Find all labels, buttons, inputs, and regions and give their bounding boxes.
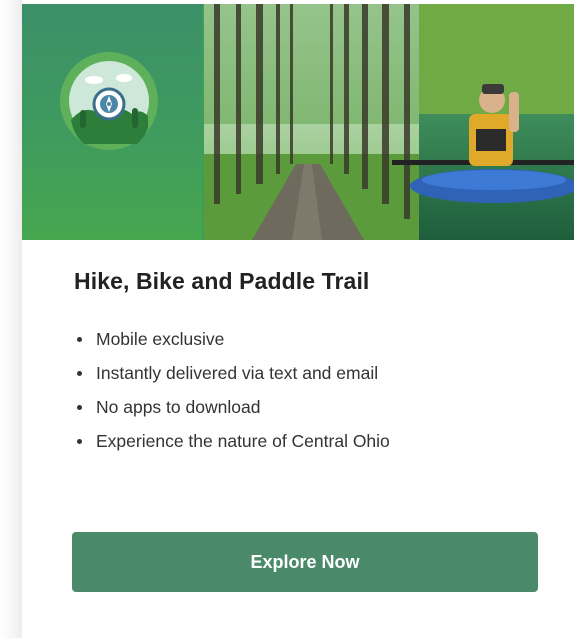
list-item: Instantly delivered via text and email: [74, 356, 390, 390]
card-banner: [22, 4, 574, 240]
explore-now-button[interactable]: Explore Now: [72, 532, 538, 592]
list-item: Experience the nature of Central Ohio: [74, 424, 390, 458]
trail-photo: [204, 4, 574, 240]
card-title: Hike, Bike and Paddle Trail: [74, 268, 370, 294]
list-item: Mobile exclusive: [74, 322, 390, 356]
page-edge-shadow: [0, 0, 22, 638]
trail-card: Hike, Bike and Paddle Trail Mobile exclu…: [22, 4, 574, 638]
compass-icon: [69, 61, 149, 144]
compass-badge: [60, 52, 158, 150]
list-item: No apps to download: [74, 390, 390, 424]
feature-list: Mobile exclusive Instantly delivered via…: [74, 322, 390, 458]
